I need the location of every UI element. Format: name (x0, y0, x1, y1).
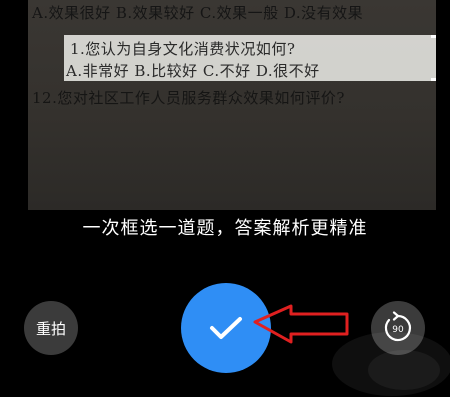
paper-options-1: A.非常好 B.比较好 C.不好 D.很不好 (66, 62, 320, 80)
hint-text: 一次框选一道题，答案解析更精准 (82, 218, 368, 239)
checkmark-icon (210, 317, 242, 339)
crop-corner-handle-top-right[interactable] (431, 35, 436, 50)
crop-selection-box[interactable]: 1.您认为自身文化消费状况如何? A.非常好 B.比较好 C.不好 D.很不好 (64, 35, 436, 81)
watermark-logo (332, 332, 450, 396)
paper-question-12: 12.您对社区工作人员服务群众效果如何评价? (32, 89, 345, 107)
camera-preview: A.效果很好 B.效果较好 C.效果一般 D.没有效果 1.您认为自身文化消费状… (28, 0, 436, 210)
paper-question-1: 1.您认为自身文化消费状况如何? (70, 40, 296, 58)
paper-line-options-top: A.效果很好 B.效果较好 C.效果一般 D.没有效果 (32, 4, 364, 22)
retake-button[interactable]: 重拍 (24, 301, 78, 355)
crop-corner-handle-bottom-right[interactable] (431, 66, 436, 81)
